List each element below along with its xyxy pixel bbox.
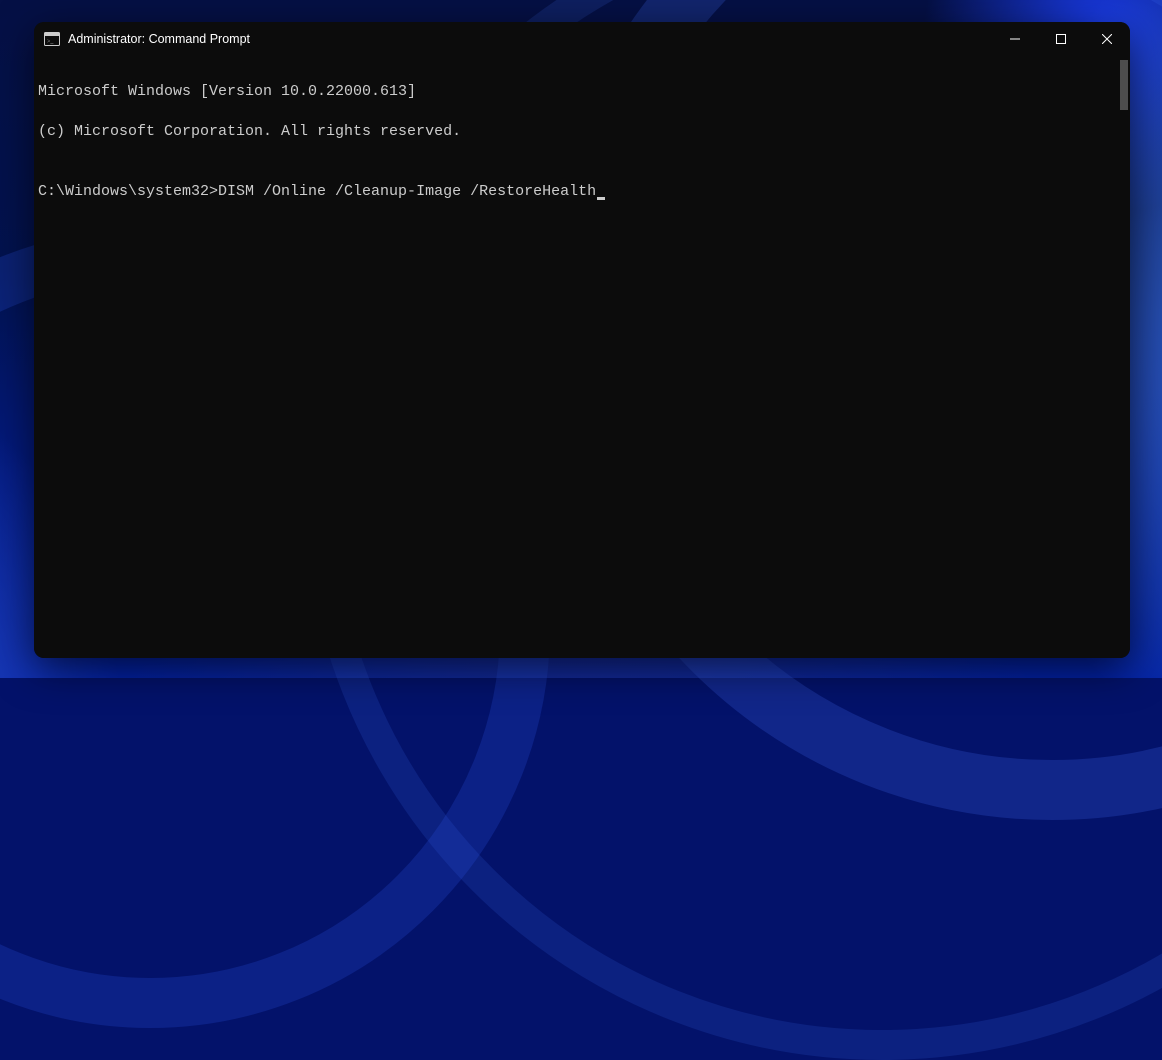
output-line: (c) Microsoft Corporation. All rights re… [38, 122, 1126, 142]
prompt-line: C:\Windows\system32>DISM /Online /Cleanu… [38, 182, 1126, 202]
vertical-scrollbar-thumb[interactable] [1120, 60, 1128, 110]
maximize-button[interactable] [1038, 22, 1084, 56]
typed-command: DISM /Online /Cleanup-Image /RestoreHeal… [218, 182, 596, 202]
command-prompt-window: >_ Administrator: Command Prompt Microso… [34, 22, 1130, 658]
minimize-button[interactable] [992, 22, 1038, 56]
command-prompt-icon: >_ [44, 32, 60, 46]
titlebar[interactable]: >_ Administrator: Command Prompt [34, 22, 1130, 56]
window-controls [992, 22, 1130, 56]
prompt-path: C:\Windows\system32> [38, 182, 218, 202]
output-line: Microsoft Windows [Version 10.0.22000.61… [38, 82, 1126, 102]
svg-text:>_: >_ [47, 39, 54, 45]
terminal-output[interactable]: Microsoft Windows [Version 10.0.22000.61… [34, 56, 1130, 658]
window-title: Administrator: Command Prompt [68, 32, 250, 46]
close-button[interactable] [1084, 22, 1130, 56]
text-cursor [597, 197, 605, 200]
